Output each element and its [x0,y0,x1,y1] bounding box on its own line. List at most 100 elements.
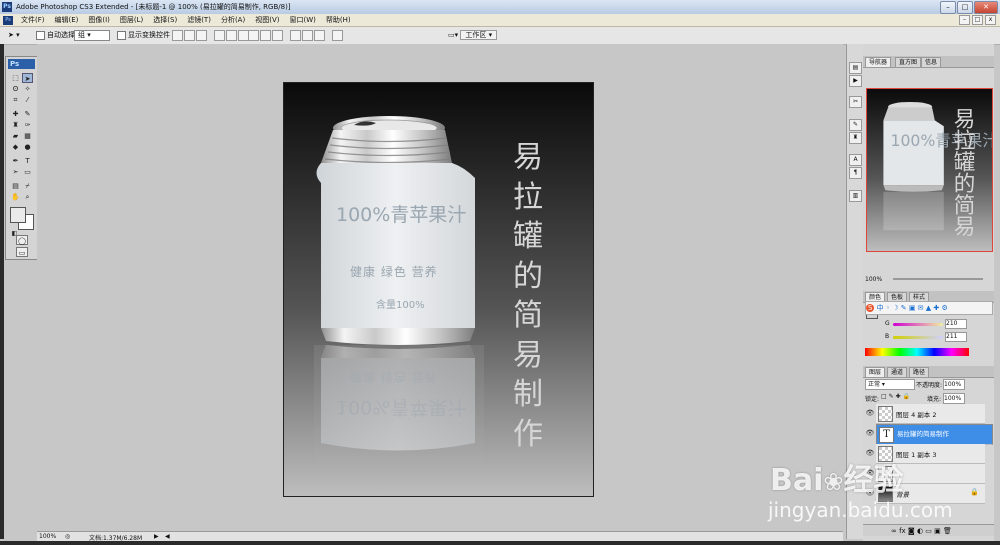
dodge-tool-icon[interactable]: ● [22,142,33,152]
brush-tool-icon[interactable]: ✎ [22,109,33,119]
eraser-tool-icon[interactable]: ▰ [10,131,21,141]
clone-stamp-tool-icon[interactable]: ♜ [10,120,21,130]
tab-histogram[interactable]: 直方图 [895,57,922,67]
status-info-icon[interactable]: ◎ [65,533,70,540]
menu-analysis[interactable]: 分析(A) [216,15,250,25]
crop-tool-icon[interactable]: ⌗ [10,95,21,105]
link-layers-icon[interactable]: ∞ [891,527,897,535]
lasso-tool-icon[interactable]: ʘ [10,84,21,94]
opacity-value[interactable]: 100% [943,379,965,390]
history-brush-tool-icon[interactable]: ✑ [22,120,33,130]
layer-comps-icon[interactable]: ▥ [849,190,862,202]
layer-visibility-eye-icon[interactable]: 👁 [865,424,875,443]
auto-align-icon[interactable] [332,30,344,41]
distribute-vcenter-icon[interactable] [260,30,271,41]
healing-brush-tool-icon[interactable]: ✚ [10,109,21,119]
menu-filter[interactable]: 滤镜(T) [182,15,216,25]
clone-source-icon[interactable]: ♜ [849,132,862,144]
layer-style-icon[interactable]: fx [899,527,906,535]
scroll-left-icon[interactable]: ◀ [165,533,170,540]
menu-edit[interactable]: 编辑(E) [50,15,84,25]
paragraph-panel-icon[interactable]: ¶ [849,167,862,179]
align-top-icon[interactable] [172,30,183,41]
layer-row[interactable]: 图层 4 副本 2 [876,404,985,424]
history-panel-icon[interactable]: ▤ [849,62,862,74]
blur-tool-icon[interactable]: ◆ [10,142,21,152]
minimize-button[interactable]: – [940,1,956,14]
move-tool-icon[interactable]: ➤ [22,73,33,83]
navigator-zoom[interactable]: 100% [865,276,882,283]
tool-presets-icon[interactable]: ✂ [849,96,862,108]
align-vcenter-icon[interactable] [184,30,195,41]
distribute-right-icon[interactable] [314,30,326,41]
shape-tool-icon[interactable]: ▭ [22,167,33,177]
new-layer-icon[interactable]: ▣ [934,527,941,535]
g-slider[interactable] [893,323,943,326]
document-canvas[interactable]: 100%青苹果汁 健康 绿色 营养 含量100% 100%青苹果汁 健康 绿色 … [283,82,594,497]
layer-row[interactable]: T 易拉罐的简易制作 [876,424,993,445]
doc-minimize-icon[interactable]: – [959,15,970,25]
add-mask-icon[interactable]: ◙ [908,527,915,535]
marquee-tool-icon[interactable]: ⬚ [10,73,21,83]
tab-info[interactable]: 信息 [921,57,942,67]
slice-tool-icon[interactable]: ⁄ [22,95,33,105]
menu-select[interactable]: 选择(S) [148,15,182,25]
g-value[interactable]: 210 [945,319,967,329]
layer-visibility-eye-icon[interactable]: 👁 [865,404,875,423]
menu-help[interactable]: 帮助(H) [321,15,356,25]
workspace-button[interactable]: 工作区 ▾ [460,30,498,40]
distribute-top-icon[interactable] [248,30,259,41]
path-selection-tool-icon[interactable]: ➣ [10,167,21,177]
align-hcenter-icon[interactable] [226,30,238,41]
distribute-bottom-icon[interactable] [272,30,283,41]
doc-close-icon[interactable]: x [985,15,996,25]
blend-mode-dropdown[interactable]: 正常 ▾ [865,379,915,390]
b-slider[interactable] [893,336,943,339]
actions-panel-icon[interactable]: ▶ [849,75,862,87]
magic-wand-tool-icon[interactable]: ✧ [22,84,33,94]
show-transform-checkbox[interactable] [117,30,126,40]
menu-view[interactable]: 视图(V) [250,15,284,25]
navigator-zoom-slider[interactable] [893,278,983,280]
distribute-hcenter-icon[interactable] [302,30,314,41]
close-button[interactable]: ✕ [974,1,998,14]
zoom-tool-icon[interactable]: ⌕ [22,192,33,202]
menu-image[interactable]: 图像(I) [83,15,115,25]
eyedropper-tool-icon[interactable]: ⌿ [22,181,33,191]
tab-channels[interactable]: 通道 [887,367,908,377]
workspace-preset-icon[interactable]: ▭▾ [448,31,458,39]
color-spectrum[interactable] [865,348,969,356]
align-left-icon[interactable] [214,30,226,41]
tab-layers[interactable]: 图层 [865,367,886,377]
character-panel-icon[interactable]: A [849,154,862,166]
status-menu-arrow-icon[interactable]: ▶ [154,533,159,540]
tab-paths[interactable]: 路径 [909,367,930,377]
auto-select-checkbox[interactable] [36,30,45,40]
quick-mask-icon[interactable]: ◯ [16,235,28,245]
screen-mode-icon[interactable]: ▭ [16,247,28,257]
maximize-button[interactable]: □ [957,1,973,14]
distribute-left-icon[interactable] [290,30,302,41]
align-bottom-icon[interactable] [196,30,207,41]
auto-select-dropdown[interactable]: 组 ▾ [74,30,110,41]
brushes-panel-icon[interactable]: ✎ [849,119,862,131]
status-zoom[interactable]: 100% [39,533,56,540]
hand-tool-icon[interactable]: ✋ [10,192,21,202]
navigator-preview[interactable]: 100%青苹果汁 易 拉 罐 的 简 易 [866,88,993,252]
menu-window[interactable]: 窗口(W) [284,15,320,25]
notes-tool-icon[interactable]: ▤ [10,181,21,191]
delete-layer-icon[interactable]: 🗑 [943,527,952,535]
b-value[interactable]: 211 [945,332,967,342]
menu-layer[interactable]: 图层(L) [115,15,148,25]
new-group-icon[interactable]: ▭ [925,527,932,535]
adjustment-layer-icon[interactable]: ◐ [917,527,923,535]
fill-value[interactable]: 100% [943,393,965,404]
menu-file[interactable]: 文件(F) [16,15,50,25]
lock-icons[interactable]: □ ✎ ✚ 🔒 [881,393,910,400]
doc-restore-icon[interactable]: □ [972,15,983,25]
pen-tool-icon[interactable]: ✒ [10,156,21,166]
tab-navigator[interactable]: 导航器 [865,57,892,67]
ime-toolbar[interactable]: S 中 ◦ ☽ ✎ ▣ ✉ ▲ ✚ ⚙ [865,301,993,315]
type-tool-icon[interactable]: T [22,156,33,166]
gradient-tool-icon[interactable]: ▦ [22,131,33,141]
